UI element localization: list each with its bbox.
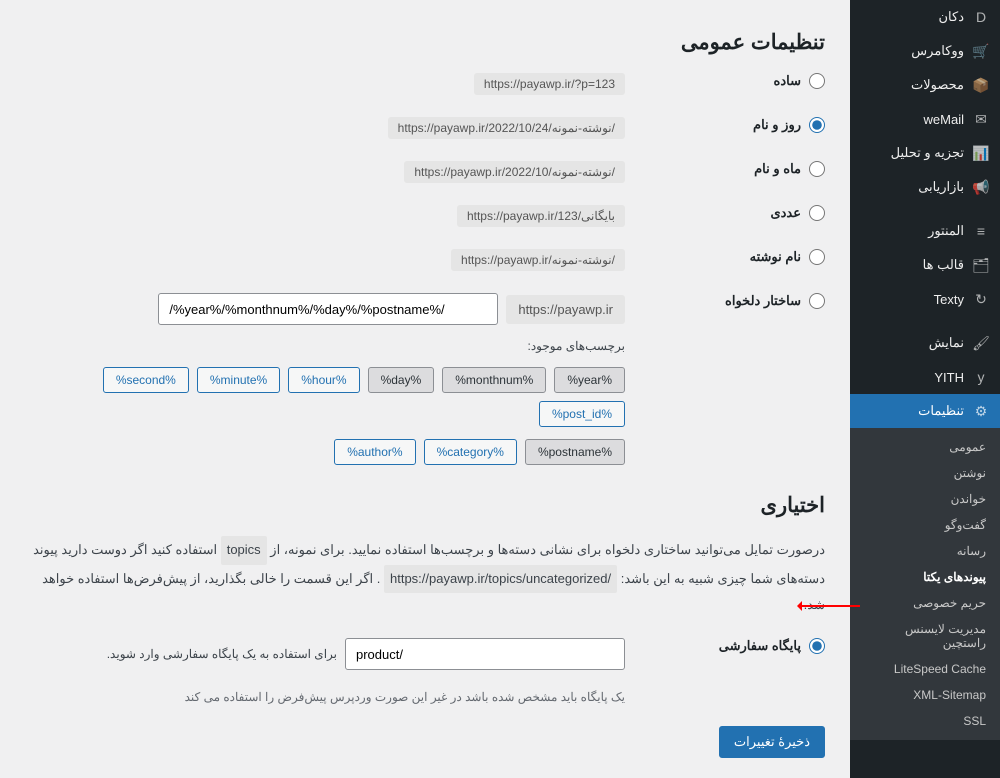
sidebar-label: دکان	[939, 9, 965, 25]
label-simple: ساده	[774, 73, 801, 89]
submenu-general[interactable]: عمومی	[850, 434, 1000, 460]
sidebar-label: نمایش	[929, 335, 964, 351]
sidebar-item-yith[interactable]: y YITH	[850, 360, 1000, 394]
tag-minute[interactable]: %minute%	[197, 367, 280, 393]
sidebar-item-appearance[interactable]: 🖌 نمایش	[850, 326, 1000, 360]
admin-sidebar: D دکان 🛒 ووکامرس 📦 محصولات ✉ weMail 📊 تجزیه و…	[850, 0, 1000, 778]
submenu-reading[interactable]: خواندن	[850, 486, 1000, 512]
tag-postid[interactable]: %post_id%	[539, 401, 625, 427]
main-content: تنظیمات عمومی ساده https://payawp.ir/?p=…	[0, 0, 850, 778]
url-numeric: https://payawp.ir/بایگانی/123	[457, 205, 625, 227]
custom-base-input[interactable]	[345, 638, 625, 670]
texty-icon: ↻	[972, 290, 990, 308]
sidebar-label: Texty	[934, 292, 964, 307]
sidebar-label: تجزیه و تحلیل	[891, 145, 964, 161]
save-changes-button[interactable]: ذخیرهٔ تغییرات	[719, 726, 825, 758]
elementor-icon: ≡	[972, 222, 990, 240]
radio-custom-base[interactable]	[809, 638, 825, 654]
radio-dayname[interactable]	[809, 117, 825, 133]
submenu-permalinks[interactable]: پیوندهای یکتا	[850, 564, 1000, 590]
sidebar-label: بازاریابی	[918, 179, 964, 195]
label-dayname: روز و نام	[753, 117, 801, 133]
optional-description: درصورت تمایل می‌توانید ساختاری دلخواه بر…	[25, 536, 825, 618]
brush-icon: 🖌	[972, 334, 990, 352]
yith-icon: y	[972, 368, 990, 386]
chart-icon: 📊	[972, 144, 990, 162]
submenu-litespeed[interactable]: LiteSpeed Cache	[850, 656, 1000, 682]
tag-day[interactable]: %day%	[368, 367, 435, 393]
tag-postname[interactable]: %postname%	[525, 439, 625, 465]
custom-structure-input[interactable]	[158, 293, 498, 325]
tag-author[interactable]: %author%	[334, 439, 415, 465]
label-custom: ساختار دلخواه	[725, 293, 801, 309]
sidebar-item-wemail[interactable]: ✉ weMail	[850, 102, 1000, 136]
custom-base-hint: برای استفاده به یک پایگاه سفارشی وارد شو…	[107, 647, 337, 661]
sidebar-label: YITH	[934, 370, 964, 385]
sidebar-item-analytics[interactable]: 📊 تجزیه و تحلیل	[850, 136, 1000, 170]
sidebar-item-texty[interactable]: ↻ Texty	[850, 282, 1000, 316]
radio-numeric[interactable]	[809, 205, 825, 221]
sidebar-item-woocommerce[interactable]: 🛒 ووکامرس	[850, 34, 1000, 68]
sidebar-item-settings[interactable]: ⚙ تنظیمات	[850, 394, 1000, 428]
url-monthname: https://payawp.ir/2022/10/نوشته-نمونه/	[404, 161, 625, 183]
url-dayname: https://payawp.ir/2022/10/24/نوشته-نمونه…	[388, 117, 625, 139]
sidebar-label: تنظیمات	[918, 403, 964, 419]
settings-submenu: عمومی نوشتن خواندن گفت‌وگو رسانه پیوندها…	[850, 428, 1000, 740]
submenu-discussion[interactable]: گفت‌وگو	[850, 512, 1000, 538]
radio-postname[interactable]	[809, 249, 825, 265]
label-numeric: عددی	[770, 205, 801, 221]
sidebar-item-elementor[interactable]: ≡ المنتور	[850, 214, 1000, 248]
custom-prefix: https://payawp.ir	[506, 295, 625, 324]
tag-second[interactable]: %second%	[103, 367, 189, 393]
sidebar-label: محصولات	[911, 77, 964, 93]
custom-base-description: یک پایگاه باید مشخص شده باشد در غیر این …	[185, 690, 625, 704]
sidebar-item-marketing[interactable]: 📢 بازاریابی	[850, 170, 1000, 204]
tag-monthnum[interactable]: %monthnum%	[442, 367, 546, 393]
mail-icon: ✉	[972, 110, 990, 128]
cart-icon: 🛒	[972, 42, 990, 60]
sidebar-item-products[interactable]: 📦 محصولات	[850, 68, 1000, 102]
submenu-privacy[interactable]: حریم خصوصی	[850, 590, 1000, 616]
tag-hour[interactable]: %hour%	[288, 367, 359, 393]
gear-icon: ⚙	[972, 402, 990, 420]
submenu-writing[interactable]: نوشتن	[850, 460, 1000, 486]
radio-custom[interactable]	[809, 293, 825, 309]
sidebar-item-templates[interactable]: 🗂 قالب ها	[850, 248, 1000, 282]
submenu-xmlsitemap[interactable]: XML-Sitemap	[850, 682, 1000, 708]
url-simple: https://payawp.ir/?p=123	[474, 73, 625, 95]
sidebar-label: قالب ها	[923, 257, 964, 273]
arrow-annotation	[800, 605, 860, 607]
label-postname: نام نوشته	[750, 249, 801, 265]
submenu-license[interactable]: مدیریت لایسنس راستچین	[850, 616, 1000, 656]
sidebar-label: المنتور	[928, 223, 964, 239]
label-custom-base: پایگاه سفارشی	[719, 638, 801, 654]
radio-simple[interactable]	[809, 73, 825, 89]
url-postname: https://payawp.ir/نوشته-نمونه/	[451, 249, 625, 271]
submenu-ssl[interactable]: SSL	[850, 708, 1000, 734]
tag-year[interactable]: %year%	[554, 367, 625, 393]
submenu-media[interactable]: رسانه	[850, 538, 1000, 564]
box-icon: 📦	[972, 76, 990, 94]
radio-monthname[interactable]	[809, 161, 825, 177]
sidebar-label: weMail	[924, 112, 964, 127]
label-monthname: ماه و نام	[754, 161, 801, 177]
tag-category[interactable]: %category%	[424, 439, 517, 465]
megaphone-icon: 📢	[972, 178, 990, 196]
general-settings-title: تنظیمات عمومی	[25, 30, 825, 55]
optional-title: اختیاری	[25, 493, 825, 518]
available-tags-label: برچسب‌های موجود:	[528, 339, 626, 353]
dokan-icon: D	[972, 8, 990, 26]
sidebar-item-dokan[interactable]: D دکان	[850, 0, 1000, 34]
folder-icon: 🗂	[972, 256, 990, 274]
sidebar-label: ووکامرس	[911, 43, 964, 59]
